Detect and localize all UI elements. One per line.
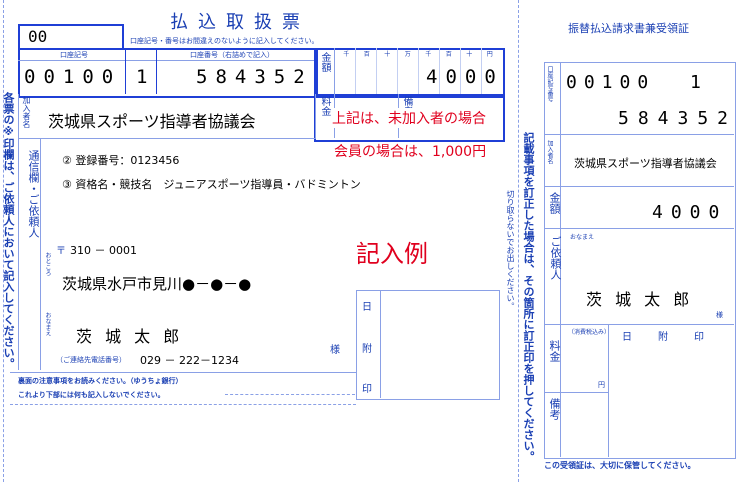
cut-note-text: 切り取らないでお出しください。: [506, 190, 515, 310]
label-name-text: おなまえ: [44, 312, 51, 336]
comm-col-divider: [40, 138, 41, 370]
footer-line-1: 裏面の注意事項をお読みください。（ゆうちょ銀行）: [18, 377, 183, 385]
amount-digits: 4000: [426, 66, 504, 88]
payee-name: 茨城県スポーツ指導者協議会: [48, 112, 256, 131]
receipt-yen: 円: [598, 381, 605, 389]
receipt-row-line-4: [544, 324, 734, 325]
receipt-payee-name: 茨城県スポーツ指導者協議会: [574, 157, 717, 170]
label-payee-text: 加入者名: [22, 96, 31, 128]
receipt-sama: 様: [716, 311, 723, 319]
date-stamp-box: [356, 290, 500, 400]
receipt-label-remarks: 備考: [546, 398, 561, 420]
receipt-account-number: 584352: [618, 108, 738, 129]
address: 茨城県水戸市見川●－●－●: [62, 275, 252, 293]
label-amount-text: 金額: [319, 52, 330, 72]
receipt-title: 振替払込請求書兼受領証: [568, 22, 689, 35]
instruction-top: 口座記号・番号はお間違えのないように記入してください。: [130, 37, 319, 45]
receipt-person-name: 茨 城 太 郎: [586, 290, 694, 309]
label-amount: 金額: [318, 52, 332, 72]
receipt-footer: この受領証は、大切に保管してください。: [544, 461, 696, 470]
receipt-stamp-label-1: 附: [658, 332, 668, 343]
sama: 様: [330, 345, 340, 356]
cut-note: 切り取らないでお出しください。: [506, 190, 517, 310]
phone: 029 － 222－1234: [140, 354, 239, 367]
receipt-label-amount: 金額: [546, 192, 561, 214]
receipt-label-amount-text: 金額: [548, 192, 561, 214]
receipt-row-line-5: [544, 392, 608, 393]
receipt-account-check: 1: [690, 72, 709, 93]
left-vertical-note-text: 各票の※印欄は、ご依頼人において記入してください。: [2, 92, 15, 369]
account-check-digit: 1: [136, 66, 156, 88]
receipt-row-line-3: [544, 228, 734, 229]
code-box-value: 00: [28, 27, 48, 46]
label-account-number: 口座番号（右詰めで記入）: [190, 51, 274, 59]
account-divider-2: [156, 48, 157, 94]
receipt-row-line-2: [544, 186, 734, 187]
perforation: [518, 0, 519, 482]
label-account-symbol: 口座記号: [60, 51, 88, 59]
footer-dash-1: [225, 394, 355, 395]
receipt-label-name: おなまえ: [570, 234, 595, 241]
label-payee: 加入者名: [22, 96, 34, 128]
receipt-amount: 4000: [652, 202, 728, 223]
footer-dash-2: [10, 404, 356, 405]
stamp-label-1: 附: [362, 344, 372, 355]
correction-note: 記載事項を訂正した場合は、その箇所に訂正印を押してください。: [522, 132, 538, 462]
label-address: おところ: [44, 252, 54, 276]
footer-line-2: これより下部には何も記入しないでください。: [18, 391, 165, 399]
receipt-row-line-1: [544, 134, 734, 135]
label-address-text: おところ: [44, 252, 51, 276]
receipt-account-symbol: 00100: [566, 72, 656, 93]
receipt-label-requester-text: ご依頼人: [549, 236, 562, 280]
receipt-label-account-text: 口座記号番号: [546, 66, 553, 102]
receipt-label-fee: 料金: [546, 340, 561, 362]
receipt-label-requester: ご依頼人: [546, 236, 562, 280]
example-label: 記入例: [356, 240, 428, 268]
receipt-fee-divider: [608, 324, 609, 457]
account-symbol-digits: 00100: [24, 66, 122, 88]
footer-divider: [10, 372, 356, 373]
label-comm: 通信欄・ご依頼人: [22, 150, 40, 238]
annotation-note-1: 上記は、未加入者の場合: [332, 108, 486, 128]
receipt-date-label: 日: [622, 332, 632, 343]
comm-line-2: ③ 資格名・競技名 ジュニアスポーツ指導員・バドミントン: [62, 178, 361, 191]
postal-mark: 〒: [56, 246, 66, 257]
date-stamp-divider: [380, 290, 381, 398]
receipt-stamp-label-2: 印: [694, 332, 704, 343]
label-fee-text: 料金: [319, 96, 330, 116]
person-name: 茨 城 太 郎: [76, 327, 184, 346]
account-divider-1: [125, 48, 126, 94]
receipt-label-account: 口座記号番号: [546, 66, 556, 102]
label-fee: 料金: [318, 96, 332, 116]
left-vertical-note: 各票の※印欄は、ご依頼人において記入してください。: [2, 92, 16, 369]
receipt-label-remarks-text: 備考: [548, 398, 561, 420]
account-sep-line: [18, 60, 314, 61]
label-name: おなまえ: [44, 312, 54, 336]
comm-line-1: ② 登録番号：0123456: [62, 154, 180, 167]
date-label: 日: [362, 302, 372, 313]
main-title: 払込取扱票: [170, 12, 310, 33]
receipt-label-tax: （消費税込み）: [568, 329, 611, 336]
label-phone: （ご連絡先電話番号）: [56, 356, 126, 364]
code-box: 00: [18, 24, 124, 50]
receipt-label-payee: 加入者名: [546, 140, 556, 164]
receipt-label-payee-text: 加入者名: [546, 140, 553, 164]
account-number-digits: 584352: [196, 66, 313, 88]
correction-note-text: 記載事項を訂正した場合は、その箇所に訂正印を押してください。: [522, 132, 535, 462]
postal-code: 310 － 0001: [70, 244, 137, 257]
receipt-label-fee-text: 料金: [548, 340, 561, 362]
stamp-label-2: 印: [362, 384, 372, 395]
